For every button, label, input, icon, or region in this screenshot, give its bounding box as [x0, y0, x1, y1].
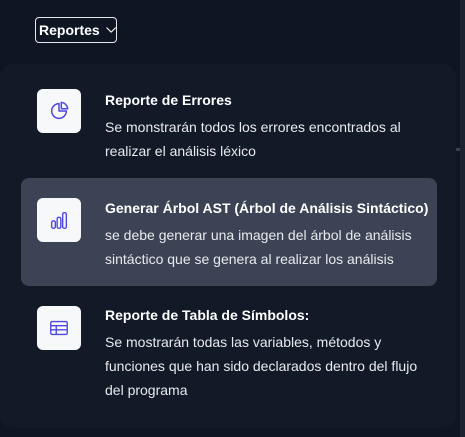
menu-item-icon-box — [37, 198, 81, 242]
menu-item-reporte-tabla-simbolos[interactable]: Reporte de Tabla de Símbolos: Se mostrar… — [21, 292, 437, 414]
chevron-down-icon — [105, 27, 116, 33]
menu-item-title: Reporte de Errores — [105, 92, 232, 108]
menu-item-title: Reporte de Tabla de Símbolos: — [105, 307, 310, 323]
reportes-dropdown-button[interactable]: Reportes — [35, 17, 117, 43]
menu-item-icon-box — [37, 89, 81, 133]
menu-item-description: se debe generar una imagen del árbol de … — [105, 227, 412, 267]
menu-item-description: Se mostrarán todas las variables, método… — [105, 334, 418, 398]
menu-item-generar-arbol-ast[interactable]: Generar Árbol AST (Árbol de Análisis Sin… — [21, 178, 437, 286]
reportes-dropdown-label: Reportes — [39, 22, 100, 38]
reportes-dropdown-menu: Reporte de Errores Se monstrarán todos l… — [0, 64, 456, 428]
menu-item-title: Generar Árbol AST (Árbol de Análisis Sin… — [105, 200, 429, 216]
menu-item-reporte-errores[interactable]: Reporte de Errores Se monstrarán todos l… — [21, 76, 437, 170]
menu-item-icon-box — [37, 306, 81, 350]
pie-chart-icon — [50, 101, 69, 120]
menu-item-description: Se monstrarán todos los errores encontra… — [105, 119, 401, 159]
background-edge — [460, 0, 465, 437]
bar-chart-icon — [50, 211, 68, 229]
table-icon — [50, 320, 68, 336]
